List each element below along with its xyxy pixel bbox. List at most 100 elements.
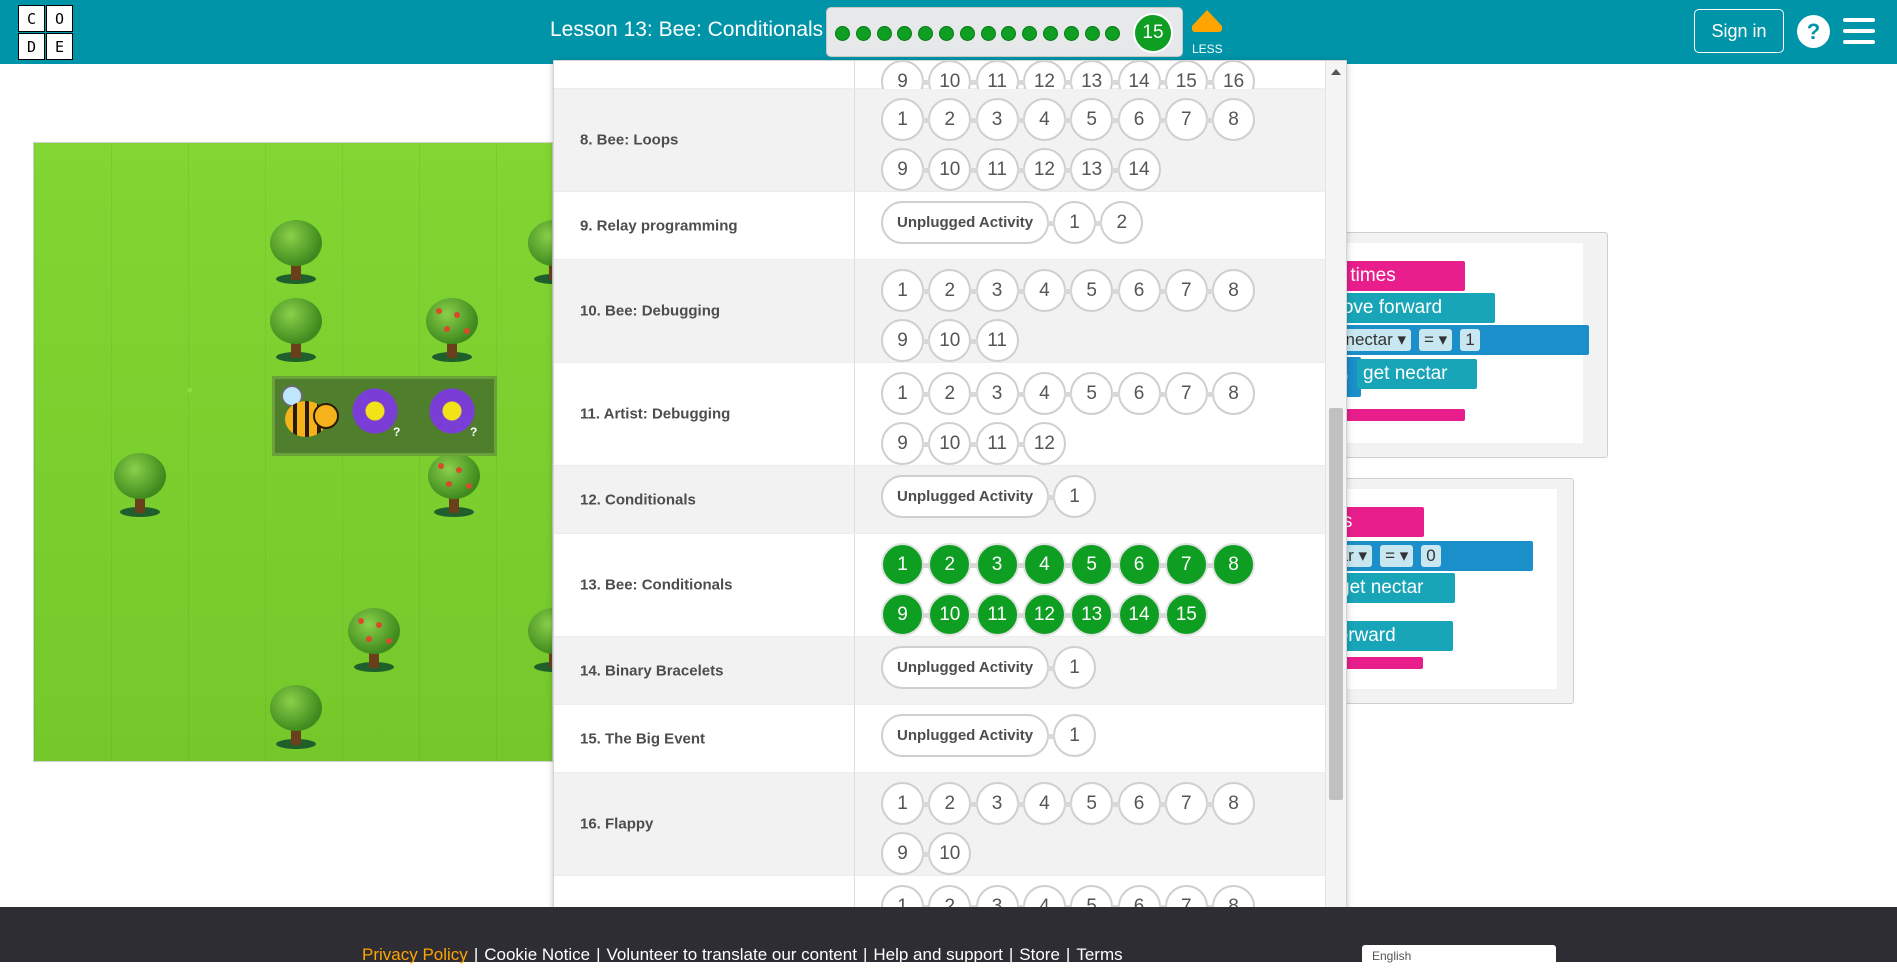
lesson-title[interactable]: Lesson 13: Bee: Conditionals — [550, 18, 823, 42]
level-bubble[interactable]: 1 — [881, 98, 924, 141]
level-bubble[interactable]: 1 — [881, 269, 924, 312]
progress-dot[interactable] — [980, 26, 996, 41]
hamburger-menu-icon[interactable] — [1843, 18, 1875, 44]
code-logo[interactable]: C O D E — [18, 5, 73, 60]
level-bubble[interactable]: 10 — [922, 422, 972, 465]
level-bubble[interactable]: 12 — [1016, 422, 1066, 465]
level-bubble[interactable]: 8 — [1206, 543, 1256, 586]
level-bubble[interactable]: 6 — [1111, 98, 1161, 141]
level-bubble[interactable]: 5 — [1064, 782, 1114, 825]
level-bubble[interactable]: 6 — [1111, 372, 1161, 415]
level-bubble[interactable]: 5 — [1064, 543, 1114, 586]
level-bubble[interactable]: 7 — [1158, 782, 1208, 825]
unplugged-activity-button[interactable]: Unplugged Activity — [881, 201, 1050, 244]
progress-dot[interactable] — [918, 26, 934, 41]
cookie-notice-link[interactable]: Cookie Notice — [484, 945, 590, 964]
progress-dot[interactable] — [1043, 26, 1058, 41]
unplugged-activity-button[interactable]: Unplugged Activity — [881, 714, 1050, 757]
level-bubble[interactable]: 12 — [1016, 148, 1066, 191]
lesson-row-name[interactable]: 11. Artist: Debugging — [580, 406, 730, 423]
level-bubble[interactable]: 1 — [1047, 201, 1096, 244]
sign-in-button[interactable]: Sign in — [1694, 9, 1784, 53]
level-bubble[interactable]: 10 — [922, 148, 972, 191]
level-bubble[interactable]: 2 — [922, 372, 972, 415]
lesson-row-name[interactable]: 16. Flappy — [580, 816, 653, 833]
level-bubble[interactable]: 2 — [922, 543, 972, 586]
lesson-row-name[interactable]: 10. Bee: Debugging — [580, 303, 720, 320]
level-bubble[interactable]: 7 — [1158, 269, 1208, 312]
progress-dot[interactable] — [959, 26, 975, 41]
level-bubble[interactable]: 8 — [1206, 269, 1256, 312]
level-bubble[interactable]: 7 — [1158, 98, 1208, 141]
level-bubble[interactable]: 9 — [881, 319, 924, 362]
current-level-bubble[interactable]: 15 — [1133, 13, 1173, 53]
level-bubble[interactable]: 15 — [1158, 593, 1208, 636]
level-bubble[interactable]: 4 — [1016, 782, 1066, 825]
level-bubble[interactable]: 3 — [969, 372, 1019, 415]
level-bubble[interactable]: 1 — [1047, 714, 1096, 757]
level-bubble[interactable]: 10 — [922, 319, 972, 362]
level-bubble[interactable]: 9 — [881, 593, 924, 636]
progress-dot[interactable] — [1001, 26, 1017, 41]
level-bubble[interactable]: 8 — [1206, 372, 1256, 415]
level-bubble[interactable]: 11 — [969, 422, 1019, 465]
level-bubble[interactable]: 4 — [1016, 372, 1066, 415]
level-bubble[interactable]: 14 — [1111, 148, 1161, 191]
volunteer-translate-link[interactable]: Volunteer to translate our content — [606, 945, 856, 964]
level-bubble[interactable]: 2 — [922, 269, 972, 312]
lesson-row-name[interactable]: 9. Relay programming — [580, 217, 738, 234]
level-bubble[interactable]: 8 — [1206, 782, 1256, 825]
level-bubble[interactable]: 5 — [1064, 372, 1114, 415]
help-icon[interactable]: ? — [1797, 15, 1830, 48]
level-bubble[interactable]: 1 — [1047, 475, 1096, 518]
progress-dot[interactable] — [1084, 26, 1100, 41]
progress-dot[interactable] — [855, 26, 871, 41]
progress-dot[interactable] — [1063, 26, 1079, 41]
level-bubble[interactable]: 11 — [969, 593, 1019, 636]
level-bubble[interactable]: 6 — [1111, 543, 1161, 586]
level-bubble[interactable]: 9 — [881, 832, 924, 875]
progress-dot[interactable] — [939, 26, 954, 41]
lesson-levels-dropdown[interactable]: 9 10 11 12 13 14 15 16 8. Bee: Loops 1 2 3 4 5 6 7 8 9 10 1… — [553, 60, 1347, 920]
level-bubble[interactable]: 9 — [881, 422, 924, 465]
level-bubble[interactable]: 8 — [1206, 98, 1256, 141]
level-bubble[interactable]: 3 — [969, 543, 1019, 586]
level-bubble[interactable]: 13 — [1064, 148, 1114, 191]
progress-dot[interactable] — [1022, 26, 1038, 41]
progress-dot[interactable] — [1105, 26, 1121, 41]
lesson-row-name[interactable]: 8. Bee: Loops — [580, 132, 678, 149]
lesson-row-name[interactable]: 13. Bee: Conditionals — [580, 577, 733, 594]
privacy-policy-link[interactable]: Privacy Policy — [362, 945, 468, 964]
level-bubble[interactable]: 5 — [1064, 98, 1114, 141]
progress-dot[interactable] — [876, 26, 892, 41]
level-bubble[interactable]: 3 — [969, 269, 1019, 312]
level-bubble[interactable]: 4 — [1016, 98, 1066, 141]
level-bubble[interactable]: 7 — [1158, 372, 1208, 415]
progress-dot[interactable] — [897, 26, 913, 41]
progress-dot[interactable] — [835, 26, 850, 41]
level-bubble[interactable]: 12 — [1016, 593, 1066, 636]
unplugged-activity-button[interactable]: Unplugged Activity — [881, 475, 1050, 518]
level-bubble[interactable]: 4 — [1016, 543, 1066, 586]
level-bubble[interactable]: 9 — [881, 148, 924, 191]
level-bubble[interactable]: 5 — [1064, 269, 1114, 312]
lesson-row-name[interactable]: 12. Conditionals — [580, 491, 696, 508]
unplugged-activity-button[interactable]: Unplugged Activity — [881, 646, 1050, 689]
scroll-up-arrow-icon[interactable] — [1331, 69, 1341, 75]
level-bubble[interactable]: 14 — [1111, 593, 1161, 636]
level-bubble[interactable]: 2 — [1094, 201, 1144, 244]
collapse-arrow-icon[interactable] — [1192, 10, 1222, 32]
scroll-thumb[interactable] — [1329, 408, 1343, 800]
level-bubble[interactable]: 3 — [969, 782, 1019, 825]
lesson-row-name[interactable]: 15. The Big Event — [580, 730, 705, 747]
level-bubble[interactable]: 1 — [1047, 646, 1096, 689]
level-bubble[interactable]: 11 — [969, 148, 1019, 191]
level-bubble[interactable]: 13 — [1064, 593, 1114, 636]
dropdown-scrollbar[interactable] — [1325, 61, 1346, 919]
level-bubble[interactable]: 10 — [922, 593, 972, 636]
lesson-row-name[interactable]: 14. Binary Bracelets — [580, 662, 723, 679]
help-support-link[interactable]: Help and support — [873, 945, 1002, 964]
less-toggle-label[interactable]: LESS — [1192, 42, 1223, 56]
level-bubble[interactable]: 3 — [969, 98, 1019, 141]
store-link[interactable]: Store — [1019, 945, 1060, 964]
